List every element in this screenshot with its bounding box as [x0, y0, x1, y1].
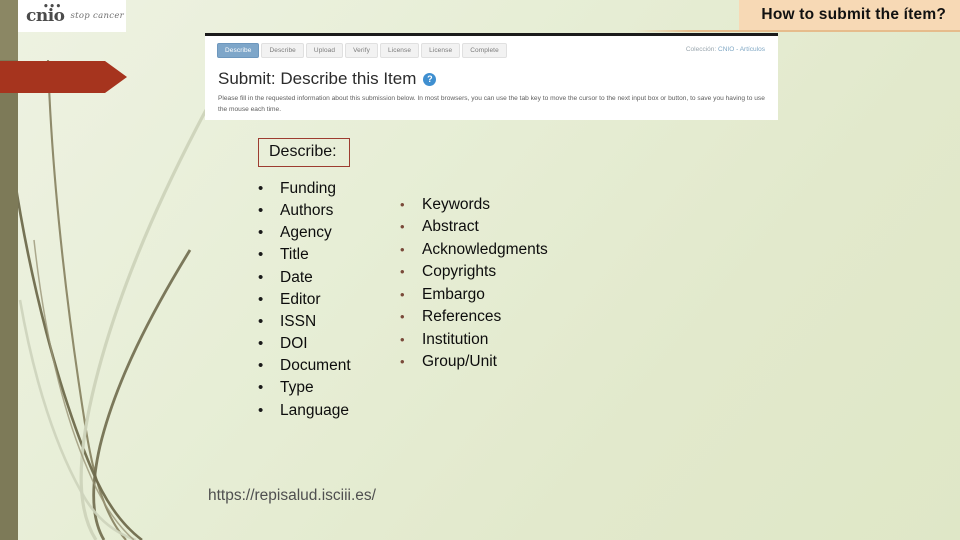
- list-item: • Group/Unit: [400, 351, 548, 373]
- slide-title-banner: How to submit the ítem?: [739, 0, 960, 30]
- list-item-label: Agency: [280, 224, 332, 242]
- tab-license-1[interactable]: License: [379, 43, 420, 58]
- list-item: • Abstract: [400, 216, 548, 238]
- bullet-icon: •: [400, 219, 405, 235]
- bullet-icon: •: [258, 290, 264, 308]
- list-item-label: Date: [280, 268, 313, 286]
- tab-describe-2[interactable]: Describe: [261, 43, 304, 58]
- list-item: • Copyrights: [400, 261, 548, 283]
- red-arrow-graphic: [0, 61, 127, 93]
- list-item-label: Document: [280, 357, 351, 375]
- submission-instructions: Please fill in the requested information…: [218, 95, 765, 113]
- list-item-label: Abstract: [422, 218, 479, 236]
- bullet-icon: •: [400, 354, 405, 370]
- list-item: • ISSN: [258, 311, 351, 333]
- bullet-icon: •: [258, 312, 264, 330]
- bullet-icon: •: [258, 335, 264, 353]
- list-item-label: Institution: [422, 330, 489, 348]
- list-item-label: Editor: [280, 290, 321, 308]
- list-item: • Title: [258, 244, 351, 266]
- tab-describe-1[interactable]: Describe: [217, 43, 260, 58]
- collection-label: Colección:: [685, 46, 717, 53]
- cnio-logo-wordmark: ••• cnio: [26, 2, 65, 25]
- dspace-submission-screenshot: Describe Describe Upload Verify License …: [205, 33, 778, 120]
- cnio-logo-tagline: stop cancer: [70, 11, 125, 21]
- bullet-icon: •: [400, 286, 405, 302]
- list-item-label: Embargo: [422, 285, 485, 303]
- bullet-icon: •: [258, 180, 264, 197]
- bullet-icon: •: [400, 197, 405, 212]
- tab-complete[interactable]: Complete: [462, 43, 507, 58]
- slide-canvas: ••• cnio stop cancer How to submit the í…: [0, 0, 960, 540]
- describe-heading-box: Describe:: [258, 138, 350, 167]
- bullet-icon: •: [400, 331, 405, 347]
- bullet-icon: •: [258, 268, 264, 286]
- list-item: • Keywords: [400, 194, 548, 216]
- list-item: • Agency: [258, 222, 351, 244]
- bullet-icon: •: [400, 241, 405, 257]
- describe-field-list-left: • Funding • Authors • Agency • Title • Date •…: [258, 178, 351, 422]
- list-item: • Embargo: [400, 284, 548, 306]
- list-item-label: ISSN: [280, 312, 317, 330]
- list-item: • Language: [258, 400, 351, 422]
- submission-heading: Submit: Describe this Item ?: [218, 69, 437, 89]
- list-item-label: Acknowledgments: [422, 240, 548, 258]
- cnio-logo: ••• cnio stop cancer: [18, 0, 126, 32]
- submission-step-tabs: Describe Describe Upload Verify License …: [217, 43, 507, 58]
- list-item-label: Group/Unit: [422, 353, 497, 371]
- collection-breadcrumb: Colección: CNIO - Artículos: [686, 46, 765, 53]
- cnio-logo-dots: •••: [43, 1, 62, 12]
- list-item-label: Keywords: [422, 196, 491, 213]
- list-item-label: Type: [280, 379, 314, 397]
- tab-license-2[interactable]: License: [421, 43, 461, 58]
- bullet-icon: •: [258, 246, 264, 264]
- tab-verify[interactable]: Verify: [345, 43, 378, 58]
- bullet-icon: •: [258, 357, 264, 375]
- title-underline-rule: [0, 30, 960, 32]
- collection-link[interactable]: CNIO - Artículos: [718, 46, 765, 53]
- bullet-icon: •: [400, 264, 405, 280]
- list-item: • Document: [258, 355, 351, 377]
- list-item: • Institution: [400, 329, 548, 351]
- help-icon[interactable]: ?: [423, 72, 437, 86]
- list-item: • Authors: [258, 200, 351, 222]
- describe-field-list-right: • Keywords • Abstract • Acknowledgments • Co…: [400, 194, 548, 374]
- list-item-label: Authors: [280, 202, 334, 220]
- page-title: How to submit the ítem?: [761, 6, 946, 23]
- list-item: • Funding: [258, 178, 351, 200]
- list-item: • Date: [258, 267, 351, 289]
- describe-heading-text: Describe:: [269, 143, 337, 160]
- bullet-icon: •: [258, 401, 264, 419]
- submission-heading-text: Submit: Describe this Item: [218, 69, 417, 88]
- list-item-label: References: [422, 308, 502, 326]
- list-item-label: Language: [280, 401, 349, 419]
- list-item-label: DOI: [280, 335, 308, 353]
- list-item-label: Title: [280, 246, 309, 264]
- repository-url[interactable]: https://repisalud.isciii.es/: [208, 487, 376, 505]
- bullet-icon: •: [258, 202, 264, 220]
- list-item: • Type: [258, 377, 351, 399]
- list-item-label: Copyrights: [422, 263, 497, 281]
- bullet-icon: •: [400, 309, 405, 325]
- bullet-icon: •: [258, 224, 264, 242]
- list-item: • Acknowledgments: [400, 239, 548, 261]
- list-item: • DOI: [258, 333, 351, 355]
- list-item: • References: [400, 306, 548, 328]
- list-item-label: Funding: [280, 180, 337, 197]
- tab-upload[interactable]: Upload: [305, 43, 344, 58]
- bullet-icon: •: [258, 379, 264, 397]
- list-item: • Editor: [258, 289, 351, 311]
